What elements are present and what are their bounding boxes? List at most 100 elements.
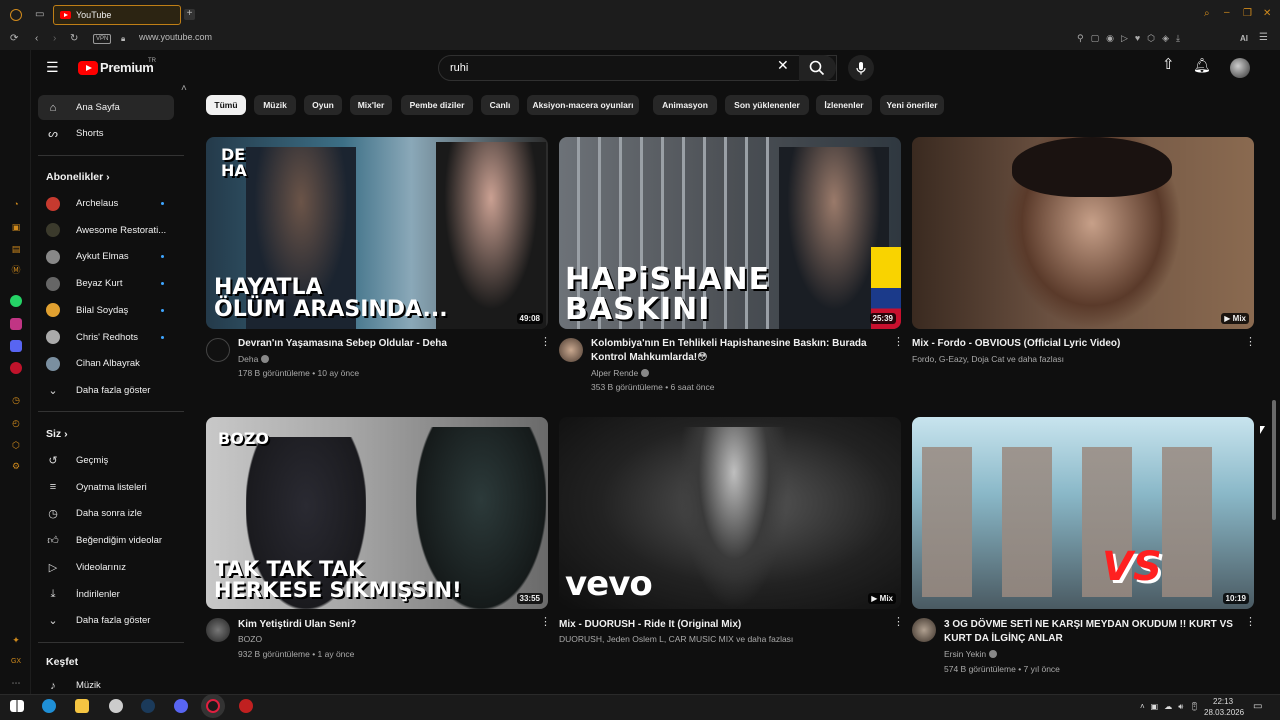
- video-title[interactable]: Kolombiya'nın En Tehlikeli Hapishanesine…: [591, 337, 867, 365]
- channel-avatar[interactable]: [206, 618, 230, 642]
- chip-9[interactable]: İzlenenler: [816, 95, 872, 115]
- nav-show-more-subs[interactable]: ⌄ Daha fazla göster: [38, 378, 174, 403]
- video-title[interactable]: Devran'ın Yaşamasına Sebep Oldular - Deh…: [238, 337, 447, 351]
- minimize-icon[interactable]: –: [1224, 8, 1230, 18]
- hamburger-menu-icon[interactable]: ☰: [46, 60, 59, 74]
- notifications-bell-icon[interactable]: 🔔︎: [1193, 58, 1211, 72]
- video-thumbnail[interactable]: HAPiSHANE BASKINI 25:39: [559, 137, 901, 329]
- more-actions-icon[interactable]: ⋮: [893, 337, 904, 348]
- tab-youtube[interactable]: YouTube: [53, 5, 181, 25]
- chip-7[interactable]: Animasyon: [653, 95, 717, 115]
- chip-8[interactable]: Son yüklenenler: [725, 95, 809, 115]
- clock-time[interactable]: 22:13: [1213, 697, 1233, 706]
- notes-icon[interactable]: ▤: [10, 243, 22, 255]
- chip-1[interactable]: Müzik: [254, 95, 296, 115]
- account-avatar[interactable]: [1230, 58, 1250, 78]
- clock-date[interactable]: 28.03.2026: [1204, 708, 1244, 717]
- you-item[interactable]: ◷ Daha sonra izle: [38, 501, 174, 526]
- forward-icon[interactable]: ›: [53, 34, 56, 44]
- settings-app-icon[interactable]: [109, 699, 123, 713]
- subscription-item[interactable]: Archelaus: [38, 191, 174, 216]
- chip-10[interactable]: Yeni öneriler: [880, 95, 944, 115]
- nav-show-more-you[interactable]: ⌄ Daha fazla göster: [38, 608, 174, 633]
- maximize-icon[interactable]: ❐: [1243, 9, 1252, 19]
- channel-name[interactable]: Fordo, G-Eazy, Doja Cat ve daha fazlası: [912, 352, 1064, 367]
- upload-icon[interactable]: ⇧: [1162, 57, 1175, 72]
- chip-3[interactable]: Mix'ler: [350, 95, 392, 115]
- video-thumbnail[interactable]: VS 10:19: [912, 417, 1254, 609]
- video-title[interactable]: Mix - DUORUSH - Ride It (Original Mix): [559, 618, 741, 632]
- edge-icon[interactable]: [42, 699, 56, 713]
- channel-name[interactable]: Deha: [238, 352, 270, 367]
- channel-name[interactable]: Alper Rende: [591, 366, 650, 381]
- channel-name[interactable]: BOZO: [238, 632, 262, 647]
- app-icon[interactable]: [239, 699, 253, 713]
- chip-6[interactable]: Aksiyon-macera oyunları: [527, 95, 639, 115]
- more-actions-icon[interactable]: ⋮: [540, 617, 551, 628]
- search-button[interactable]: [799, 55, 836, 81]
- browser-menu-icon[interactable]: ☰: [1259, 33, 1268, 43]
- clear-search-icon[interactable]: ✕: [777, 58, 789, 72]
- settings-icon[interactable]: ⚙: [10, 460, 22, 472]
- nav-shorts[interactable]: ᔕ Shorts: [38, 121, 174, 146]
- discord-app-icon[interactable]: [174, 699, 188, 713]
- more-icon[interactable]: ⋯: [10, 677, 22, 689]
- nav-home[interactable]: ⌂ Ana Sayfa: [38, 95, 174, 120]
- video-thumbnail[interactable]: vevo ▶︎ Mix: [559, 417, 901, 609]
- tab-overview-icon[interactable]: ▭: [35, 10, 44, 20]
- url-text[interactable]: www.youtube.com: [139, 32, 212, 42]
- you-item[interactable]: 👍︎ Beğendiğim videolar: [38, 528, 174, 553]
- more-actions-icon[interactable]: ⋮: [1245, 337, 1256, 348]
- channel-avatar[interactable]: [912, 618, 936, 642]
- sync-icon[interactable]: ⟳: [10, 34, 18, 44]
- you-item[interactable]: ⤓ İndirilenler: [38, 582, 174, 607]
- subscription-item[interactable]: Awesome Restorati...: [38, 218, 174, 243]
- chip-0[interactable]: Tümü: [206, 95, 246, 115]
- video-title[interactable]: 3 OG DÖVME SETİ NE KARŞI MEYDAN OKUDUM !…: [944, 618, 1233, 646]
- subscription-item[interactable]: Cihan Albayrak: [38, 351, 174, 376]
- search-tabs-icon[interactable]: ⌕: [1204, 9, 1210, 19]
- youtube-logo-icon[interactable]: [78, 61, 98, 75]
- back-icon[interactable]: ‹: [35, 34, 38, 44]
- channel-avatar[interactable]: [206, 338, 230, 362]
- subscription-item[interactable]: Beyaz Kurt: [38, 271, 174, 296]
- music-player-icon[interactable]: [10, 362, 22, 374]
- video-title[interactable]: Mix - Fordo - OBVIOUS (Official Lyric Vi…: [912, 337, 1120, 351]
- messenger-icon[interactable]: Ⓜ: [10, 264, 22, 276]
- notification-center-icon[interactable]: ▭: [1253, 701, 1262, 712]
- reload-icon[interactable]: ↻: [70, 34, 78, 44]
- channel-avatar[interactable]: [559, 338, 583, 362]
- channel-name[interactable]: Ersin Yekin: [944, 647, 998, 662]
- more-actions-icon[interactable]: ⋮: [540, 337, 551, 348]
- video-thumbnail[interactable]: DE HA HAYATLA ÖLÜM ARASINDA... 49:08: [206, 137, 548, 329]
- you-heading[interactable]: Siz ›: [46, 428, 68, 440]
- steam-icon[interactable]: [141, 699, 155, 713]
- new-tab-icon[interactable]: +: [184, 9, 195, 20]
- channel-name[interactable]: DUORUSH, Jeden Oslem L, CAR MUSIC MIX ve…: [559, 632, 793, 647]
- ai-badge[interactable]: AI: [1240, 34, 1248, 44]
- more-actions-icon[interactable]: ⋮: [1245, 617, 1256, 628]
- history-icon[interactable]: ◷: [10, 394, 22, 406]
- vpn-badge[interactable]: VPN: [93, 34, 112, 44]
- you-item[interactable]: ▷ Videolarınız: [38, 555, 174, 580]
- subscriptions-heading[interactable]: Abonelikler ›: [46, 171, 110, 183]
- you-item[interactable]: ≡ Oynatma listeleri: [38, 475, 174, 500]
- opera-menu-icon[interactable]: [10, 9, 22, 21]
- whatsapp-icon[interactable]: [10, 295, 22, 307]
- chip-5[interactable]: Canlı: [481, 95, 519, 115]
- nav-scroll-up-icon[interactable]: ˄: [181, 84, 187, 94]
- clock-icon[interactable]: ◴: [10, 417, 22, 429]
- chip-2[interactable]: Oyun: [304, 95, 342, 115]
- instagram-icon[interactable]: [10, 318, 22, 330]
- subscription-item[interactable]: Chris' Redhots: [38, 325, 174, 350]
- opera-gx-icon[interactable]: [206, 699, 220, 713]
- windows-start-icon[interactable]: [10, 700, 24, 712]
- close-window-icon[interactable]: ✕: [1263, 9, 1271, 19]
- more-actions-icon[interactable]: ⋮: [893, 617, 904, 628]
- chip-4[interactable]: Pembe diziler: [401, 95, 473, 115]
- gx-icon[interactable]: GX: [10, 656, 22, 668]
- voice-search-button[interactable]: [848, 55, 874, 81]
- file-explorer-icon[interactable]: [75, 699, 89, 713]
- subscription-item[interactable]: Aykut Elmas: [38, 244, 174, 269]
- video-thumbnail[interactable]: ▶︎ Mix: [912, 137, 1254, 329]
